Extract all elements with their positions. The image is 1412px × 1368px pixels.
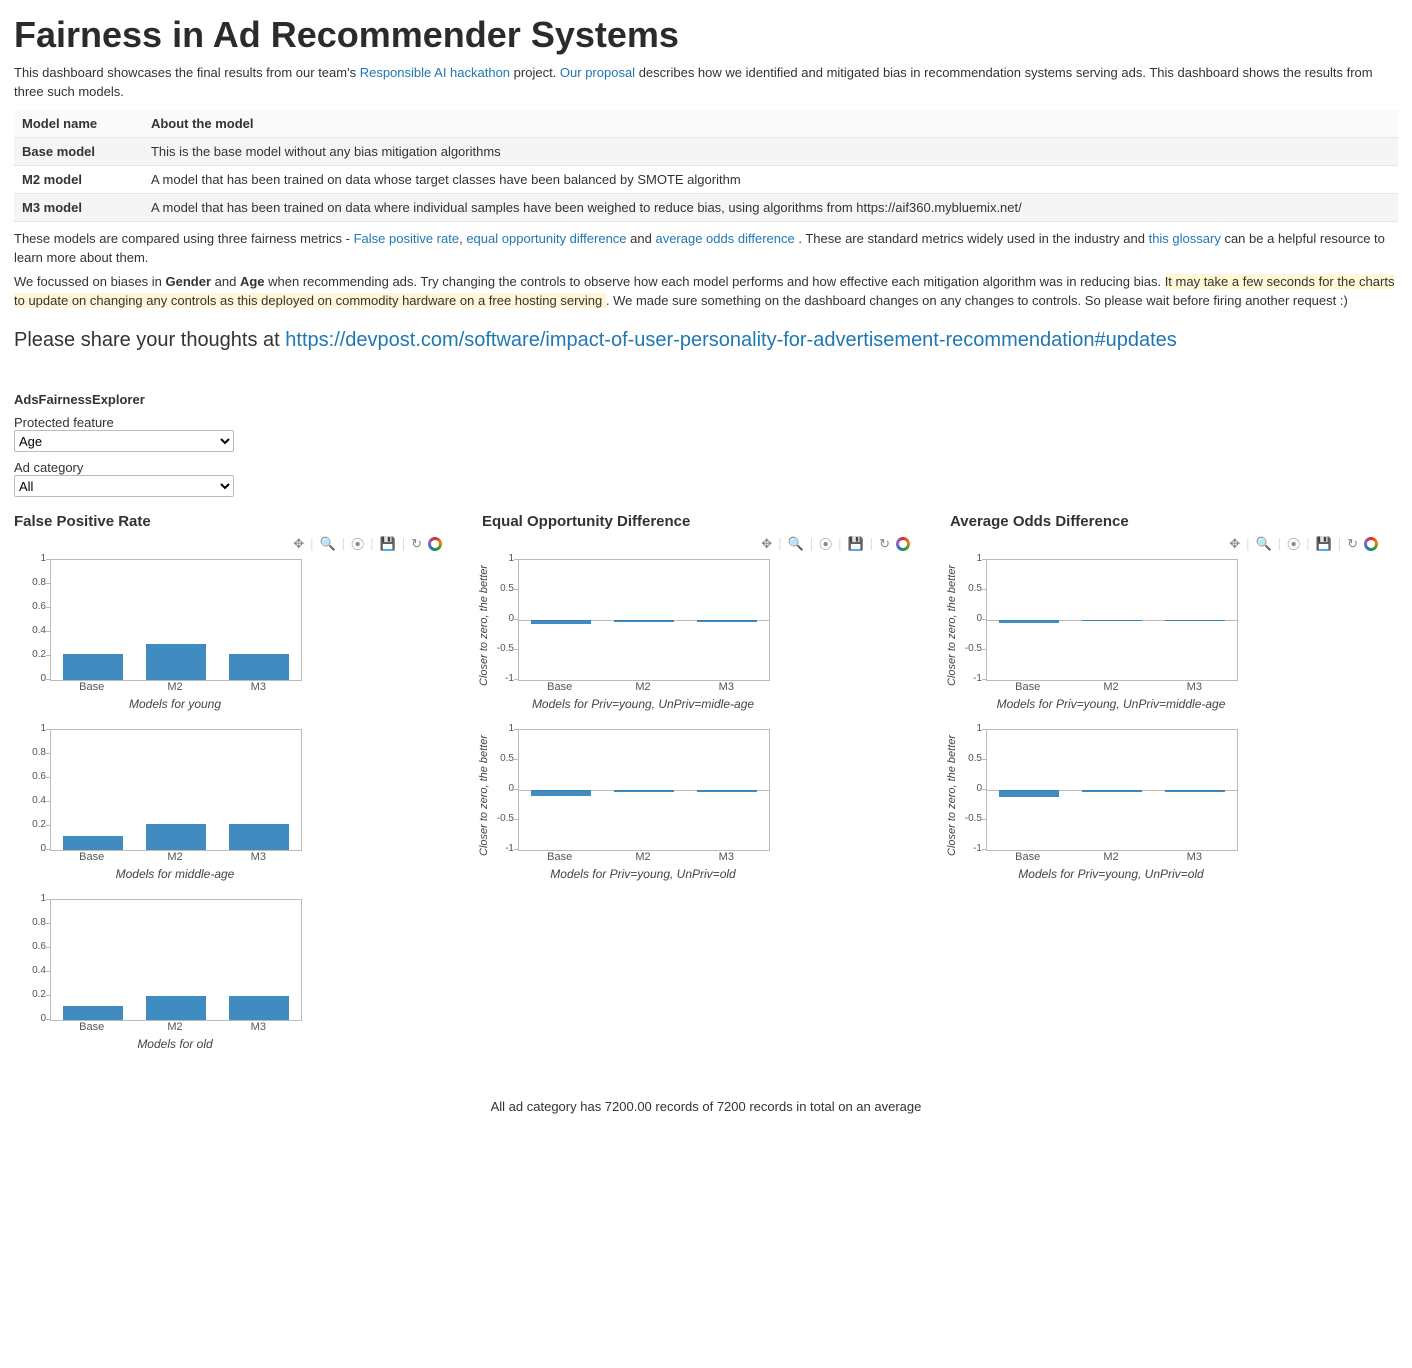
eod-link[interactable]: equal opportunity difference	[466, 231, 626, 246]
reset-icon[interactable]: ↻	[879, 536, 890, 552]
bar	[1165, 620, 1225, 621]
bar	[999, 620, 1059, 623]
feedback-line: Please share your thoughts at https://de…	[14, 329, 1398, 352]
bar	[229, 996, 289, 1020]
wheel-zoom-icon[interactable]: ⦿	[819, 534, 832, 553]
fpr-middle-chart: 00.20.40.60.81BaseM2M3Models for middle-…	[14, 729, 320, 885]
bar	[229, 824, 289, 850]
model-name-cell: Base model	[14, 137, 143, 165]
bar	[531, 620, 591, 624]
bar	[531, 790, 591, 796]
bar	[146, 644, 206, 680]
age-bold: Age	[240, 274, 265, 289]
hackathon-link[interactable]: Responsible AI hackathon	[360, 65, 510, 80]
bar	[63, 654, 123, 680]
table-row: M2 model A model that has been trained o…	[14, 165, 1398, 193]
model-table: Model name About the model Base model Th…	[14, 110, 1398, 222]
reset-icon[interactable]: ↻	[411, 536, 422, 552]
bar	[146, 996, 206, 1020]
reset-icon[interactable]: ↻	[1347, 536, 1358, 552]
zoom-icon[interactable]: 🔍	[320, 536, 336, 552]
model-desc-cell: A model that has been trained on data wh…	[143, 193, 1398, 221]
proposal-link[interactable]: Our proposal	[560, 65, 635, 80]
model-name-cell: M3 model	[14, 193, 143, 221]
pan-icon[interactable]: ✥	[761, 536, 772, 552]
table-row: Base model This is the base model withou…	[14, 137, 1398, 165]
feedback-link[interactable]: https://devpost.com/software/impact-of-u…	[285, 329, 1177, 351]
bar	[1082, 790, 1142, 792]
save-icon[interactable]: 💾	[1316, 536, 1332, 552]
aod-midage-chart: -1-0.500.51Closer to zero, the betterBas…	[950, 559, 1256, 715]
fpr-panel-title: False Positive Rate	[14, 513, 462, 530]
fpr-panel: False Positive Rate ✥| 🔍| ⦿| 💾| ↻ 00.20.…	[14, 513, 462, 1069]
model-desc-cell: This is the base model without any bias …	[143, 137, 1398, 165]
bar	[1165, 790, 1225, 792]
bar	[999, 790, 1059, 797]
bar	[229, 654, 289, 680]
fpr-link[interactable]: False positive rate	[354, 231, 460, 246]
protected-feature-select[interactable]: Age	[14, 430, 234, 452]
table-header-name: Model name	[14, 110, 143, 138]
eod-panel-title: Equal Opportunity Difference	[482, 513, 930, 530]
metrics-paragraph: These models are compared using three fa…	[14, 230, 1398, 268]
widget-title: AdsFairnessExplorer	[14, 392, 1398, 407]
table-header-about: About the model	[143, 110, 1398, 138]
bokeh-logo-icon[interactable]	[896, 537, 910, 551]
aod-link[interactable]: average odds difference	[655, 231, 794, 246]
wheel-zoom-icon[interactable]: ⦿	[351, 534, 364, 553]
eod-midage-chart: -1-0.500.51Closer to zero, the betterBas…	[482, 559, 788, 715]
bar	[614, 790, 674, 792]
eod-panel: Equal Opportunity Difference ✥| 🔍| ⦿| 💾|…	[482, 513, 930, 1069]
bar	[1082, 620, 1142, 621]
protected-feature-label: Protected feature	[14, 415, 1398, 430]
aod-old-chart: -1-0.500.51Closer to zero, the betterBas…	[950, 729, 1256, 885]
fpr-old-chart: 00.20.40.60.81BaseM2M3Models for old	[14, 899, 320, 1055]
model-desc-cell: A model that has been trained on data wh…	[143, 165, 1398, 193]
bar	[63, 836, 123, 850]
bar	[63, 1006, 123, 1020]
save-icon[interactable]: 💾	[848, 536, 864, 552]
intro-text-b: project.	[514, 65, 560, 80]
ad-category-label: Ad category	[14, 460, 1398, 475]
bar	[146, 824, 206, 850]
gender-bold: Gender	[166, 274, 212, 289]
fpr-young-chart: 00.20.40.60.81BaseM2M3Models for young	[14, 559, 320, 715]
aod-panel-title: Average Odds Difference	[950, 513, 1398, 530]
eod-old-chart: -1-0.500.51Closer to zero, the betterBas…	[482, 729, 788, 885]
table-row: M3 model A model that has been trained o…	[14, 193, 1398, 221]
intro-paragraph: This dashboard showcases the final resul…	[14, 64, 1398, 102]
zoom-icon[interactable]: 🔍	[788, 536, 804, 552]
focus-paragraph: We focussed on biases in Gender and Age …	[14, 273, 1398, 311]
pan-icon[interactable]: ✥	[293, 536, 304, 552]
glossary-link[interactable]: this glossary	[1149, 231, 1221, 246]
model-name-cell: M2 model	[14, 165, 143, 193]
bar	[697, 790, 757, 792]
pan-icon[interactable]: ✥	[1229, 536, 1240, 552]
footer-note: All ad category has 7200.00 records of 7…	[14, 1099, 1398, 1114]
zoom-icon[interactable]: 🔍	[1256, 536, 1272, 552]
page-title: Fairness in Ad Recommender Systems	[14, 14, 1398, 56]
aod-toolbar: ✥| 🔍| ⦿| 💾| ↻	[950, 534, 1378, 553]
eod-toolbar: ✥| 🔍| ⦿| 💾| ↻	[482, 534, 910, 553]
fpr-toolbar: ✥| 🔍| ⦿| 💾| ↻	[14, 534, 442, 553]
bar	[614, 620, 674, 622]
intro-text-a: This dashboard showcases the final resul…	[14, 65, 360, 80]
wheel-zoom-icon[interactable]: ⦿	[1287, 534, 1300, 553]
bokeh-logo-icon[interactable]	[1364, 537, 1378, 551]
bokeh-logo-icon[interactable]	[428, 537, 442, 551]
bar	[697, 620, 757, 622]
ad-category-select[interactable]: All	[14, 475, 234, 497]
aod-panel: Average Odds Difference ✥| 🔍| ⦿| 💾| ↻ -1…	[950, 513, 1398, 1069]
save-icon[interactable]: 💾	[380, 536, 396, 552]
